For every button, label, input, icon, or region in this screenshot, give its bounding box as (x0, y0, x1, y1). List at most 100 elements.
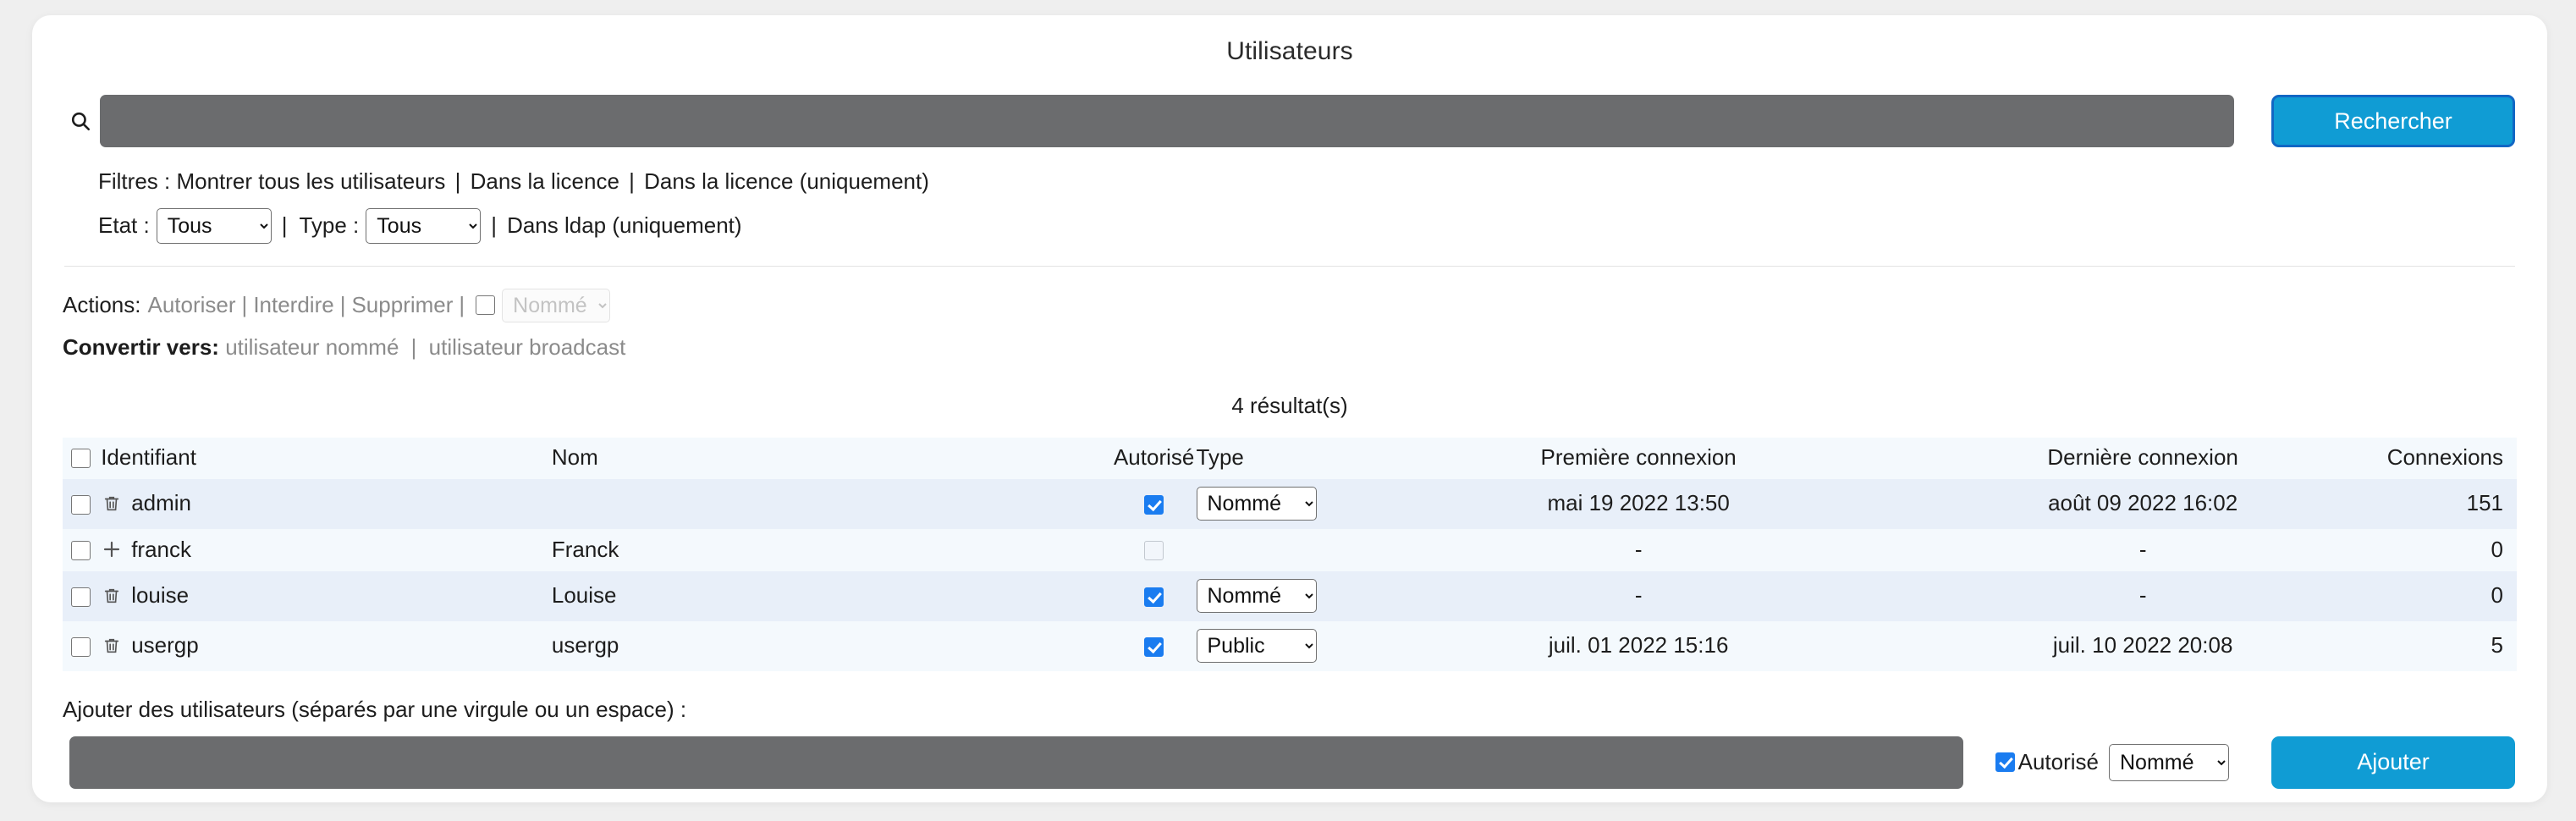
result-count: 4 résultat(s) (32, 393, 2547, 419)
type-label: Type : (299, 210, 359, 242)
row-select-cell (63, 571, 101, 621)
actions-row: Actions: Autoriser | Interdire | Supprim… (63, 289, 2547, 322)
action-link-authorize[interactable]: Autoriser (148, 292, 236, 318)
row-autorise-cell (1112, 571, 1197, 621)
plus-icon[interactable] (101, 538, 123, 560)
row-type-select[interactable]: Nommé (1197, 487, 1317, 521)
action-link-forbid[interactable]: Interdire (253, 292, 333, 318)
search-icon (61, 110, 100, 132)
row-premiere-connexion-cell: - (1379, 529, 1899, 571)
add-users-autorise-label: Autorisé (2018, 749, 2099, 775)
trash-icon[interactable] (101, 585, 123, 607)
row-select-checkbox[interactable] (71, 541, 91, 560)
row-autorise-checkbox[interactable] (1144, 587, 1164, 607)
divider (64, 266, 2515, 267)
row-select-checkbox[interactable] (71, 495, 91, 515)
row-select-checkbox[interactable] (71, 587, 91, 607)
search-row: Rechercher (61, 95, 2515, 147)
row-autorise-cell (1112, 479, 1197, 529)
table-row: admin Nommé mai 19 2022 13:50 août 09 20… (63, 479, 2517, 529)
filter-link-in-ldap-only[interactable]: Dans ldap (uniquement) (507, 210, 742, 242)
search-input[interactable] (100, 95, 2234, 147)
row-type-cell: Public (1197, 621, 1379, 671)
search-button[interactable]: Rechercher (2271, 95, 2515, 147)
filter-separator-1: | (452, 168, 465, 194)
table-row: usergp usergp Public juil. 01 2022 15:16… (63, 621, 2517, 671)
row-type-cell: Nommé (1197, 479, 1379, 529)
row-select-checkbox[interactable] (71, 637, 91, 657)
row-identifiant-cell: louise (101, 571, 552, 621)
row-derniere-connexion-cell: août 09 2022 16:02 (1899, 479, 2387, 529)
actions-separator-3: | (453, 292, 471, 318)
table-row: franck Franck - - 0 (63, 529, 2517, 571)
add-users-type-select[interactable]: Nommé (2109, 744, 2229, 781)
row-select-cell (63, 479, 101, 529)
column-header-derniere-connexion[interactable]: Dernière connexion (1899, 438, 2387, 479)
column-header-autorise[interactable]: Autorisé (1112, 438, 1197, 479)
row-connexions-cell: 151 (2387, 479, 2517, 529)
column-header-nom[interactable]: Nom (552, 438, 1112, 479)
etat-select[interactable]: Tous (157, 208, 272, 244)
filter-separator-3: | (278, 210, 291, 242)
select-all-header (63, 438, 101, 479)
convert-link-broadcast-user[interactable]: utilisateur broadcast (429, 334, 626, 360)
column-header-identifiant[interactable]: Identifiant (101, 438, 552, 479)
filter-separator-2: | (625, 168, 638, 194)
actions-separator-2: | (334, 292, 352, 318)
action-link-delete[interactable]: Supprimer (351, 292, 453, 318)
row-type-cell (1197, 529, 1379, 571)
users-table-body: admin Nommé mai 19 2022 13:50 août 09 20… (63, 479, 2517, 671)
select-all-checkbox[interactable] (71, 449, 91, 468)
filter-link-all-users[interactable]: Montrer tous les utilisateurs (176, 168, 445, 194)
row-autorise-cell (1112, 529, 1197, 571)
trash-icon[interactable] (101, 635, 123, 657)
page-title: Utilisateurs (32, 15, 2547, 66)
row-autorise-checkbox[interactable] (1144, 637, 1164, 657)
convert-separator: | (405, 334, 423, 360)
users-page-card: Utilisateurs Rechercher Filtres : Montre… (32, 15, 2547, 802)
trash-icon[interactable] (101, 493, 123, 515)
column-header-type[interactable]: Type (1197, 438, 1379, 479)
table-row: louise Louise Nommé - - 0 (63, 571, 2517, 621)
row-select-cell (63, 529, 101, 571)
type-select[interactable]: Tous (366, 208, 481, 244)
row-autorise-checkbox[interactable] (1144, 541, 1164, 560)
convert-link-named-user[interactable]: utilisateur nommé (225, 334, 399, 360)
actions-type-select[interactable]: Nommé (502, 289, 610, 322)
etat-label: Etat : (98, 210, 150, 242)
row-type-cell: Nommé (1197, 571, 1379, 621)
table-header-row: Identifiant Nom Autorisé Type Première c… (63, 438, 2517, 479)
filter-link-in-license[interactable]: Dans la licence (471, 168, 619, 194)
column-header-connexions[interactable]: Connexions (2387, 438, 2517, 479)
row-derniere-connexion-cell: - (1899, 571, 2387, 621)
filters-line-2: Etat : Tous | Type : Tous | Dans ldap (u… (98, 208, 2547, 244)
row-type-select[interactable]: Nommé (1197, 579, 1317, 613)
users-table-head: Identifiant Nom Autorisé Type Première c… (63, 438, 2517, 479)
add-users-autorise-checkbox[interactable] (1995, 752, 2015, 772)
row-identifiant-cell: franck (101, 529, 552, 571)
column-header-premiere-connexion[interactable]: Première connexion (1379, 438, 1899, 479)
add-users-autorise-group: Autorisé Nommé (1995, 744, 2229, 781)
row-derniere-connexion-cell: juil. 10 2022 20:08 (1899, 621, 2387, 671)
filter-link-in-license-only[interactable]: Dans la licence (uniquement) (644, 168, 929, 194)
row-identifiant-label: admin (131, 490, 191, 516)
row-connexions-cell: 0 (2387, 571, 2517, 621)
convert-row: Convertir vers: utilisateur nommé | util… (63, 334, 2547, 361)
row-type-select[interactable]: Public (1197, 629, 1317, 663)
filters-block: Filtres : Montrer tous les utilisateurs … (98, 166, 2547, 244)
row-nom-cell: Franck (552, 529, 1112, 571)
add-users-row: Autorisé Nommé Ajouter (69, 736, 2515, 789)
add-users-button[interactable]: Ajouter (2271, 736, 2515, 789)
row-connexions-cell: 5 (2387, 621, 2517, 671)
row-premiere-connexion-cell: - (1379, 571, 1899, 621)
row-nom-cell: Louise (552, 571, 1112, 621)
row-autorise-checkbox[interactable] (1144, 495, 1164, 515)
row-premiere-connexion-cell: juil. 01 2022 15:16 (1379, 621, 1899, 671)
row-identifiant-label: usergp (131, 632, 199, 658)
actions-apply-checkbox[interactable] (476, 295, 495, 315)
row-nom-cell: usergp (552, 621, 1112, 671)
add-users-input[interactable] (69, 736, 1963, 789)
filter-separator-4: | (487, 210, 500, 242)
add-users-label: Ajouter des utilisateurs (séparés par un… (63, 697, 2547, 723)
actions-separator-1: | (236, 292, 254, 318)
